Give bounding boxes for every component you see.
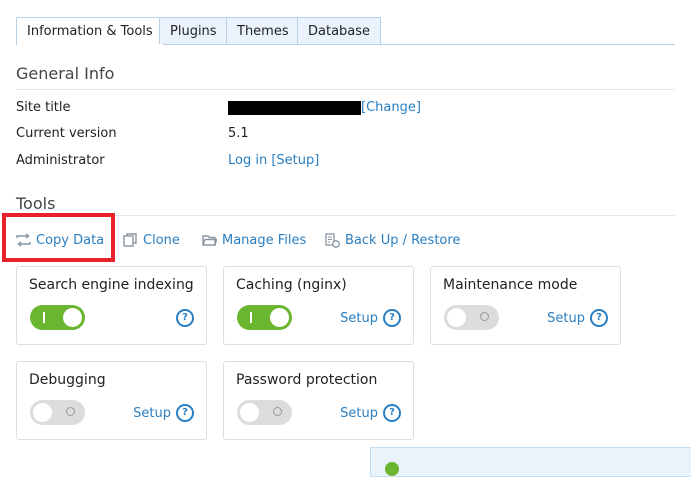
redacted-site-title [228, 100, 361, 115]
back-up-restore-button[interactable]: Back Up / Restore [325, 231, 460, 249]
tab-database[interactable]: Database [297, 17, 382, 44]
current-version-value: 5.1 [228, 126, 249, 141]
folder-icon [202, 235, 217, 246]
debugging-toggle[interactable] [30, 400, 85, 425]
clone-button[interactable]: Clone [123, 231, 180, 249]
toggle-knob [447, 308, 466, 327]
help-icon[interactable]: ? [176, 309, 194, 327]
maintenance-mode-toggle[interactable] [444, 305, 499, 330]
caching-setup: Setup ? [340, 309, 401, 327]
password-protection-setup: Setup ? [340, 404, 401, 422]
administrator-links: Log in [Setup] [228, 153, 319, 168]
help-icon[interactable]: ? [383, 404, 401, 422]
clone-label: Clone [143, 232, 180, 248]
tab-plugins[interactable]: Plugins [159, 17, 228, 44]
tools-heading: Tools [16, 194, 56, 213]
tab-bar: Information & Tools Plugins Themes Datab… [16, 17, 675, 45]
toggle-knob [33, 403, 52, 422]
general-info-heading: General Info [16, 64, 115, 83]
setup-link[interactable]: Setup [340, 311, 378, 326]
general-info-divider [16, 89, 675, 90]
setup-link[interactable]: Setup [547, 311, 585, 326]
caching-toggle[interactable] [237, 305, 292, 330]
notification-panel [370, 447, 691, 477]
card-title: Maintenance mode [443, 277, 578, 293]
help-icon[interactable]: ? [176, 404, 194, 422]
password-protection-toggle[interactable] [237, 400, 292, 425]
debugging-setup: Setup ? [133, 404, 194, 422]
maintenance-setup: Setup ? [547, 309, 608, 327]
help-icon[interactable]: ? [590, 309, 608, 327]
change-site-title-link[interactable]: [Change] [361, 100, 421, 115]
card-title: Password protection [236, 372, 378, 388]
setup-link[interactable]: Setup [133, 406, 171, 421]
copy-data-highlight-box [2, 213, 115, 262]
tab-information-tools[interactable]: Information & Tools [16, 17, 164, 45]
card-caching-nginx: Caching (nginx) Setup ? [223, 266, 414, 345]
site-title-value: [Change] [228, 100, 421, 115]
current-version-label: Current version [16, 126, 117, 141]
status-dot-icon [385, 462, 399, 476]
manage-files-button[interactable]: Manage Files [202, 231, 306, 249]
administrator-label: Administrator [16, 153, 105, 168]
setup-link[interactable]: Setup [340, 406, 378, 421]
login-link[interactable]: Log in [228, 153, 267, 168]
card-title: Search engine indexing [29, 277, 194, 293]
admin-setup-link[interactable]: [Setup] [271, 153, 319, 168]
card-title: Caching (nginx) [236, 277, 347, 293]
manage-files-label: Manage Files [222, 232, 307, 248]
toggle-knob [270, 308, 289, 327]
toggle-knob [63, 308, 82, 327]
card-debugging: Debugging Setup ? [16, 361, 207, 440]
card-password-protection: Password protection Setup ? [223, 361, 414, 440]
site-title-label: Site title [16, 100, 71, 115]
card-search-engine-indexing: Search engine indexing ? [16, 266, 207, 345]
search-engine-setup: ? [171, 309, 194, 327]
back-up-restore-label: Back Up / Restore [345, 232, 461, 248]
card-title: Debugging [29, 372, 106, 388]
tab-themes[interactable]: Themes [226, 17, 300, 44]
help-icon[interactable]: ? [383, 309, 401, 327]
backup-icon [325, 232, 340, 248]
clone-icon [123, 233, 137, 247]
toggle-knob [240, 403, 259, 422]
card-maintenance-mode: Maintenance mode Setup ? [430, 266, 621, 345]
search-engine-indexing-toggle[interactable] [30, 305, 85, 330]
